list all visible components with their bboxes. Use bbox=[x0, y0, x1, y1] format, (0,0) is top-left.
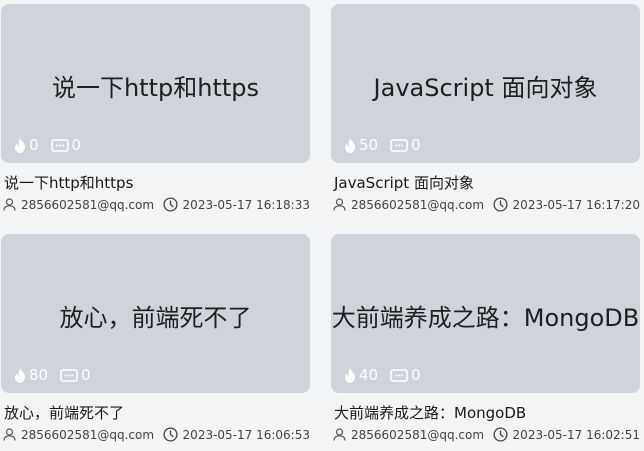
article-title[interactable]: JavaScript 面向对象 bbox=[334, 172, 640, 193]
author-email: 2856602581@qq.com bbox=[21, 427, 155, 442]
likes-stat: 50 bbox=[344, 136, 378, 154]
article-meta: 2856602581@qq.com 2023-05-17 16:18:33 bbox=[3, 197, 310, 212]
flame-icon bbox=[15, 367, 25, 383]
article-author: 2856602581@qq.com bbox=[333, 198, 484, 212]
likes-stat: 0 bbox=[14, 136, 39, 154]
article-stats: 80 0 bbox=[14, 366, 103, 384]
article-card[interactable]: 大前端养成之路：MongoDB 40 0 大前端养成之路：MongoDB 285… bbox=[331, 234, 640, 442]
likes-stat: 40 bbox=[344, 366, 378, 384]
thumbnail-title: 说一下http和https bbox=[51, 74, 260, 102]
likes-stat: 80 bbox=[14, 366, 48, 384]
article-stats: 0 0 bbox=[14, 136, 93, 154]
article-author: 2856602581@qq.com bbox=[333, 428, 484, 442]
thumbnail-title: JavaScript 面向对象 bbox=[373, 74, 598, 102]
flame-icon bbox=[15, 137, 25, 153]
comments-stat: 0 bbox=[390, 136, 421, 154]
comments-stat: 0 bbox=[390, 366, 421, 384]
article-card[interactable]: 说一下http和https 0 0 说一下http和https 28566025… bbox=[1, 4, 310, 212]
article-time: 2023-05-17 16:17:20 bbox=[492, 197, 640, 212]
flame-icon bbox=[345, 137, 355, 153]
comments-stat: 0 bbox=[60, 366, 91, 384]
user-icon bbox=[333, 198, 346, 211]
comments-count: 0 bbox=[411, 366, 421, 384]
article-meta: 2856602581@qq.com 2023-05-17 16:02:51 bbox=[333, 427, 640, 442]
clock-icon bbox=[492, 427, 508, 442]
article-author: 2856602581@qq.com bbox=[3, 428, 154, 442]
clock-icon bbox=[492, 197, 508, 212]
comments-count: 0 bbox=[81, 366, 91, 384]
author-email: 2856602581@qq.com bbox=[351, 427, 485, 442]
article-title[interactable]: 放心，前端死不了 bbox=[4, 402, 310, 423]
article-meta: 2856602581@qq.com 2023-05-17 16:17:20 bbox=[333, 197, 640, 212]
thumbnail-title: 放心，前端死不了 bbox=[59, 304, 252, 332]
article-stats: 40 0 bbox=[344, 366, 433, 384]
comments-stat: 0 bbox=[50, 136, 82, 154]
user-icon bbox=[3, 198, 16, 211]
comment-icon bbox=[50, 138, 69, 152]
author-email: 2856602581@qq.com bbox=[21, 197, 155, 212]
article-thumbnail[interactable]: 放心，前端死不了 80 0 bbox=[1, 234, 310, 393]
article-time: 2023-05-17 16:02:51 bbox=[492, 427, 640, 442]
comment-icon bbox=[390, 368, 408, 382]
likes-count: 40 bbox=[359, 366, 379, 384]
publish-time: 2023-05-17 16:17:20 bbox=[512, 197, 640, 212]
comments-count: 0 bbox=[411, 136, 421, 154]
article-card[interactable]: 放心，前端死不了 80 0 放心，前端死不了 2856602581@qq.com… bbox=[1, 234, 310, 442]
clock-icon bbox=[162, 197, 178, 212]
comment-icon bbox=[390, 138, 408, 152]
publish-time: 2023-05-17 16:06:53 bbox=[182, 427, 310, 442]
article-thumbnail[interactable]: JavaScript 面向对象 50 0 bbox=[331, 4, 640, 163]
article-thumbnail[interactable]: 大前端养成之路：MongoDB 40 0 bbox=[331, 234, 640, 393]
comment-icon bbox=[60, 368, 78, 382]
article-meta: 2856602581@qq.com 2023-05-17 16:06:53 bbox=[3, 427, 310, 442]
article-author: 2856602581@qq.com bbox=[3, 198, 154, 212]
article-title[interactable]: 大前端养成之路：MongoDB bbox=[334, 402, 640, 423]
flame-icon bbox=[345, 367, 355, 383]
likes-count: 50 bbox=[359, 136, 379, 154]
publish-time: 2023-05-17 16:18:33 bbox=[182, 197, 310, 212]
publish-time: 2023-05-17 16:02:51 bbox=[512, 427, 640, 442]
author-email: 2856602581@qq.com bbox=[351, 197, 485, 212]
article-time: 2023-05-17 16:06:53 bbox=[162, 427, 310, 442]
comments-count: 0 bbox=[71, 136, 82, 154]
likes-count: 80 bbox=[29, 366, 49, 384]
likes-count: 0 bbox=[29, 136, 39, 154]
article-title[interactable]: 说一下http和https bbox=[4, 172, 310, 193]
article-stats: 50 0 bbox=[344, 136, 433, 154]
user-icon bbox=[3, 428, 16, 441]
thumbnail-title: 大前端养成之路：MongoDB bbox=[331, 304, 640, 332]
article-card[interactable]: JavaScript 面向对象 50 0 JavaScript 面向对象 285… bbox=[331, 4, 640, 212]
clock-icon bbox=[162, 427, 178, 442]
user-icon bbox=[333, 428, 346, 441]
article-time: 2023-05-17 16:18:33 bbox=[162, 197, 310, 212]
article-thumbnail[interactable]: 说一下http和https 0 0 bbox=[1, 4, 310, 163]
